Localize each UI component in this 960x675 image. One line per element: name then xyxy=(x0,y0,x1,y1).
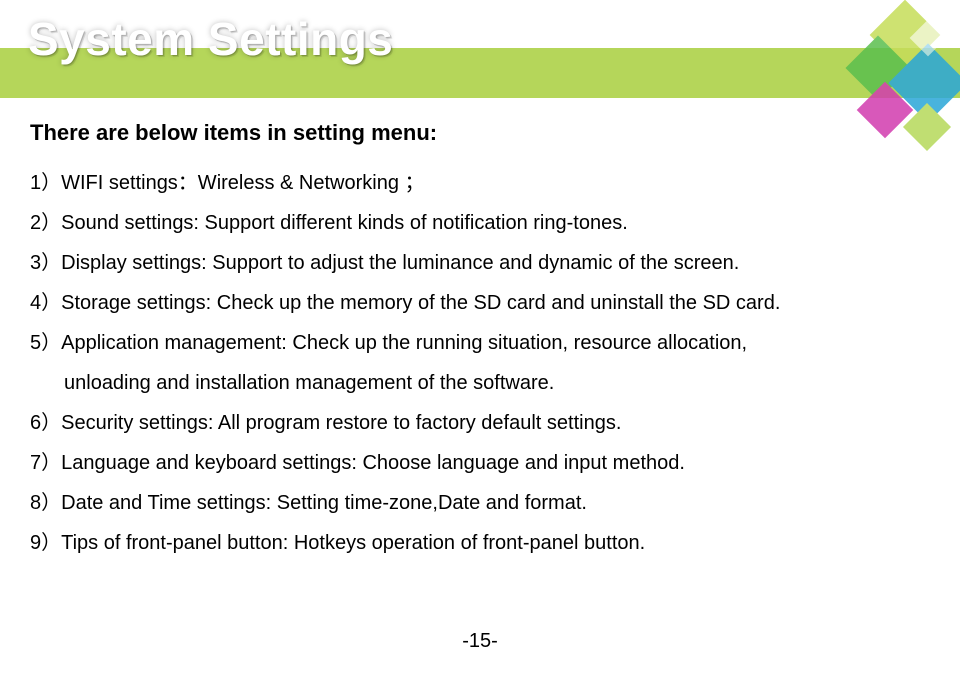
list-item: 4）Storage settings: Check up the memory … xyxy=(30,284,900,322)
list-item: 8）Date and Time settings: Setting time-z… xyxy=(30,484,900,522)
list-item: 6）Security settings: All program restore… xyxy=(30,404,900,442)
list-item: 9）Tips of front-panel button: Hotkeys op… xyxy=(30,524,900,562)
content-block: There are below items in setting menu: 1… xyxy=(30,120,900,564)
items-list: 1）WIFI settings：Wireless & Networking ；2… xyxy=(30,164,900,562)
intro-text: There are below items in setting menu: xyxy=(30,120,900,146)
page-number: -15- xyxy=(0,630,960,653)
list-item: 2）Sound settings: Support different kind… xyxy=(30,204,900,242)
list-item: 1）WIFI settings：Wireless & Networking ； xyxy=(30,164,900,202)
page-title: System Settings xyxy=(28,12,393,66)
list-item: unloading and installation management of… xyxy=(30,364,900,402)
list-item: 3）Display settings: Support to adjust th… xyxy=(30,244,900,282)
list-item: 7）Language and keyboard settings: Choose… xyxy=(30,444,900,482)
list-item: 5）Application management: Check up the r… xyxy=(30,324,900,362)
